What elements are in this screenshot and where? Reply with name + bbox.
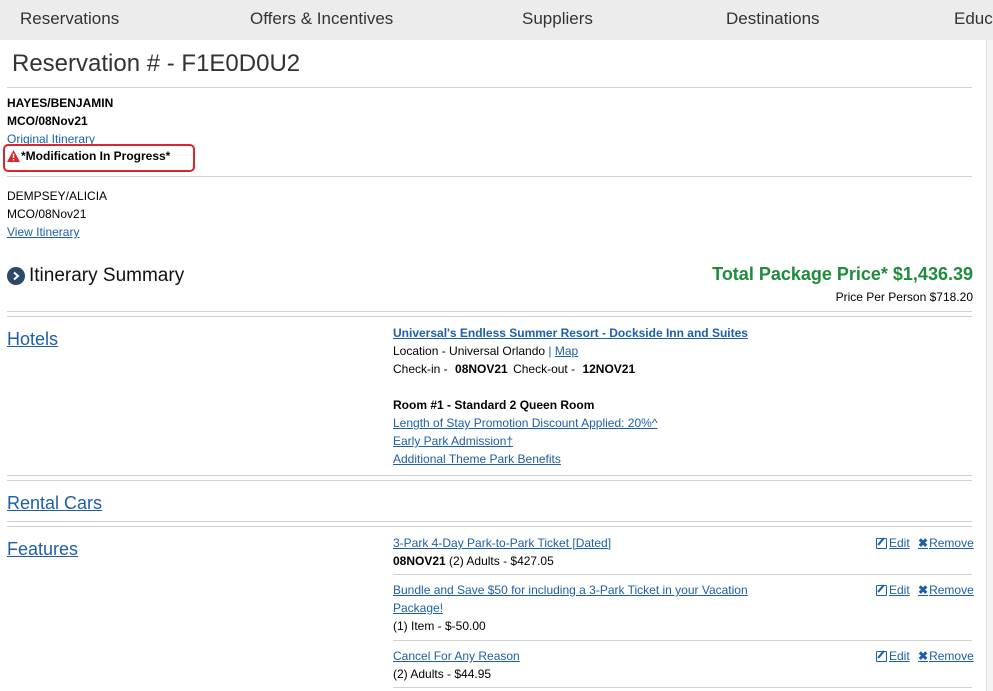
- checkin-date: 08NOV21: [455, 362, 508, 376]
- divider: [7, 311, 972, 312]
- edit-button[interactable]: Edit: [876, 536, 910, 550]
- feature-item: Cancel For Any Reason (2) Adults - $44.9…: [393, 647, 520, 683]
- remove-button[interactable]: ✖ Remove: [918, 536, 974, 550]
- divider: [7, 176, 972, 177]
- checkout-date: 12NOV21: [582, 362, 636, 376]
- guest-trip: MCO/08Nov21: [7, 207, 87, 221]
- nav-reservations[interactable]: Reservations: [20, 9, 119, 29]
- feature-detail: (1) Item - $-50.00: [393, 619, 486, 633]
- room-title: Room #1 - Standard 2 Queen Room: [393, 398, 595, 412]
- feature-name-link[interactable]: Bundle and Save $50 for including a 3-Pa…: [393, 583, 748, 597]
- edit-icon: [876, 537, 887, 549]
- view-itinerary-link[interactable]: View Itinerary: [7, 225, 79, 239]
- remove-button[interactable]: ✖ Remove: [918, 649, 974, 663]
- scrollbar[interactable]: [986, 40, 993, 691]
- promo-link[interactable]: Length of Stay Promotion Discount Applie…: [393, 416, 657, 430]
- feature-detail: (2) Adults - $44.95: [393, 667, 492, 681]
- nav-offers-incentives[interactable]: Offers & Incentives: [250, 9, 393, 29]
- divider: [393, 640, 972, 641]
- total-package-price: Total Package Price* $1,436.39: [712, 264, 973, 284]
- divider: [393, 574, 972, 575]
- map-link[interactable]: Map: [555, 344, 578, 358]
- hotel-details: Universal's Endless Summer Resort - Dock…: [393, 324, 748, 468]
- divider: [7, 87, 972, 88]
- remove-button[interactable]: ✖ Remove: [918, 583, 974, 597]
- close-icon: ✖: [918, 649, 929, 663]
- close-icon: ✖: [918, 583, 929, 597]
- chevron-right-icon[interactable]: [7, 267, 25, 285]
- feature-item: Bundle and Save $50 for including a 3-Pa…: [393, 581, 748, 635]
- divider: [7, 480, 972, 481]
- divider: [7, 316, 972, 317]
- itinerary-summary-header[interactable]: Itinerary Summary: [7, 265, 184, 287]
- edit-icon: [876, 650, 887, 662]
- section-hotels[interactable]: Hotels: [7, 329, 58, 350]
- feature-name-link[interactable]: Cancel For Any Reason: [393, 649, 520, 663]
- guest-trip: MCO/08Nov21: [7, 114, 88, 128]
- feature-name-link-cont[interactable]: Package!: [393, 601, 443, 615]
- nav-suppliers[interactable]: Suppliers: [522, 9, 593, 29]
- divider: [393, 687, 972, 688]
- warning-icon: [7, 150, 20, 162]
- guest-name: HAYES/BENJAMIN: [7, 96, 114, 110]
- feature-name-link[interactable]: 3-Park 4-Day Park-to-Park Ticket [Dated]: [393, 536, 611, 550]
- divider: [7, 521, 972, 522]
- theme-park-benefits-link[interactable]: Additional Theme Park Benefits: [393, 452, 561, 466]
- guest-primary: HAYES/BENJAMIN MCO/08Nov21 Original Itin…: [7, 94, 113, 148]
- divider: [7, 475, 972, 476]
- modification-status-text: *Modification In Progress*: [21, 149, 171, 163]
- modification-status: *Modification In Progress*: [7, 149, 170, 163]
- nav-education[interactable]: Education: [954, 9, 993, 29]
- feature-date: 08NOV21: [393, 554, 446, 568]
- edit-button[interactable]: Edit: [876, 649, 910, 663]
- feature-item: 3-Park 4-Day Park-to-Park Ticket [Dated]…: [393, 534, 611, 570]
- divider: [7, 526, 972, 527]
- price-per-person: Price Per Person $718.20: [835, 290, 973, 304]
- close-icon: ✖: [918, 536, 929, 550]
- separator: |: [548, 344, 552, 358]
- itinerary-summary-title: Itinerary Summary: [29, 265, 185, 286]
- early-park-admission-link[interactable]: Early Park Admission†: [393, 434, 513, 448]
- nav-destinations[interactable]: Destinations: [726, 9, 820, 29]
- guest-name: DEMPSEY/ALICIA: [7, 189, 108, 203]
- page-title: Reservation # - F1E0D0U2: [12, 50, 301, 77]
- checkin-label: Check-in -: [393, 362, 448, 376]
- hotel-location: Location - Universal Orlando: [393, 344, 546, 358]
- guest-secondary: DEMPSEY/ALICIA MCO/08Nov21 View Itinerar…: [7, 187, 107, 241]
- section-features[interactable]: Features: [7, 539, 78, 560]
- checkout-label: Check-out -: [513, 362, 576, 376]
- section-rental-cars[interactable]: Rental Cars: [7, 493, 102, 514]
- top-nav: Reservations Offers & Incentives Supplie…: [0, 0, 993, 40]
- edit-icon: [876, 584, 887, 596]
- hotel-name-link[interactable]: Universal's Endless Summer Resort - Dock…: [393, 326, 748, 340]
- feature-detail: (2) Adults - $427.05: [449, 554, 554, 568]
- edit-button[interactable]: Edit: [876, 583, 910, 597]
